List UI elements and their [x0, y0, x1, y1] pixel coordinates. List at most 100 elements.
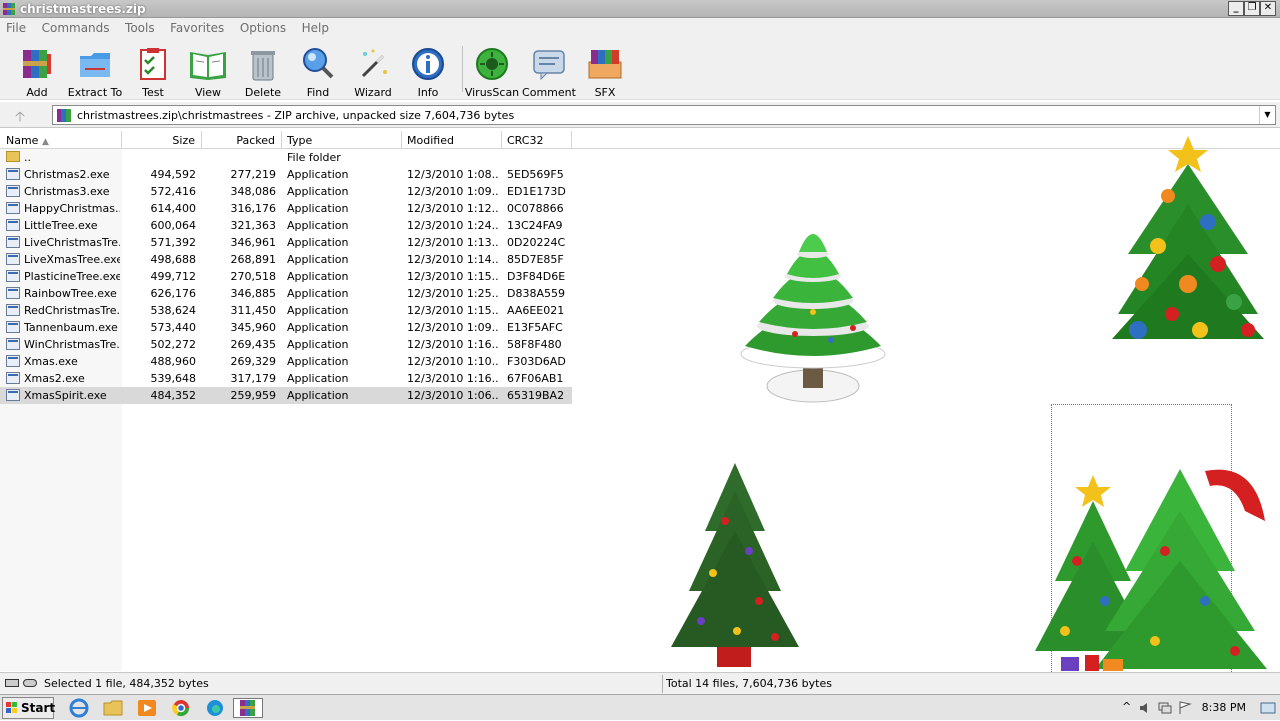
file-row[interactable]: XmasSpirit.exe 484,352 259,959 Application 1…	[0, 387, 572, 404]
path-dropdown-arrow[interactable]: ▼	[1259, 106, 1275, 124]
file-row[interactable]: Xmas2.exe 539,648 317,179 Application 12/3/2…	[0, 370, 572, 387]
wizard-button[interactable]: Wizard	[345, 42, 401, 99]
file-name: RainbowTree.exe	[24, 287, 117, 300]
file-row[interactable]: LiveXmasTree.exe 498,688 268,891 Applicatio…	[0, 251, 572, 268]
key-icon	[23, 679, 37, 687]
file-row[interactable]: HappyChristmas.... 614,400 316,176 Applicat…	[0, 200, 572, 217]
add-archive-icon	[23, 50, 51, 78]
file-crc: 58F8F480	[507, 338, 562, 351]
extract-to-button[interactable]: Extract To	[67, 42, 123, 99]
menu-tools[interactable]: Tools	[119, 18, 161, 35]
info-button[interactable]: Info	[400, 42, 456, 99]
zip-archive-icon	[57, 109, 71, 122]
comment-label: Comment	[522, 86, 576, 99]
menu-file[interactable]: File	[0, 18, 32, 35]
application-file-icon	[6, 287, 20, 299]
file-size: 499,712	[150, 270, 197, 283]
file-row[interactable]: PlasticineTree.exe 499,712 270,518 Applicat…	[0, 268, 572, 285]
maximize-button[interactable]: ❐	[1244, 1, 1260, 16]
virusscan-button[interactable]: VirusScan	[464, 42, 520, 99]
close-button[interactable]: ✕	[1260, 1, 1276, 16]
winrar-taskbar-button[interactable]	[233, 698, 263, 718]
file-packed: 316,176	[230, 202, 277, 215]
file-row[interactable]: Christmas3.exe 572,416 348,086 Application 1…	[0, 183, 572, 200]
menu-bar: File Commands Tools Favorites Options He…	[0, 18, 1280, 38]
file-row[interactable]: WinChristmasTre... 502,272 269,435 Applicat…	[0, 336, 572, 353]
chrome-icon[interactable]	[170, 698, 192, 718]
file-modified: 12/3/2010 1:15...	[407, 304, 499, 317]
test-checklist-icon	[140, 48, 166, 80]
file-name: WinChristmasTre...	[24, 338, 120, 351]
comment-button[interactable]: Comment	[521, 42, 577, 99]
file-row[interactable]: RainbowTree.exe 626,176 346,885 Application…	[0, 285, 572, 302]
virusscan-label: VirusScan	[464, 86, 520, 99]
winrar-app-icon	[3, 3, 15, 15]
network-icon[interactable]	[1158, 701, 1172, 715]
trash-can-icon	[251, 51, 275, 81]
view-button[interactable]: View	[180, 42, 236, 99]
file-row[interactable]: RedChristmasTre... 538,624 311,450 Applicat…	[0, 302, 572, 319]
application-file-icon	[6, 236, 20, 248]
clock[interactable]: 8:38 PM	[1202, 701, 1246, 714]
column-crc32[interactable]: CRC32	[502, 131, 572, 149]
file-row[interactable]: LittleTree.exe 600,064 321,363 Application 1…	[0, 217, 572, 234]
media-player-icon[interactable]	[136, 698, 158, 718]
file-packed: 346,961	[230, 236, 277, 249]
file-size: 502,272	[150, 338, 197, 351]
file-size: 626,176	[150, 287, 197, 300]
menu-favorites[interactable]: Favorites	[164, 18, 230, 35]
minimize-button[interactable]: _	[1228, 1, 1244, 16]
volume-icon[interactable]	[1138, 701, 1152, 715]
column-modified[interactable]: Modified	[402, 131, 502, 149]
file-size: 600,064	[150, 219, 197, 232]
test-button[interactable]: Test	[125, 42, 181, 99]
file-row[interactable]: Xmas.exe 488,960 269,329 Application 12/3/20…	[0, 353, 572, 370]
status-divider	[662, 675, 663, 693]
view-book-icon	[190, 52, 226, 80]
application-file-icon	[6, 185, 20, 197]
file-packed: 317,179	[230, 372, 277, 385]
view-label: View	[194, 86, 222, 99]
file-row[interactable]: Tannenbaum.exe 573,440 345,960 Application 1…	[0, 319, 572, 336]
file-name: Xmas.exe	[24, 355, 78, 368]
menu-options[interactable]: Options	[234, 18, 292, 35]
add-button[interactable]: Add	[9, 42, 65, 99]
ornament-tree-image	[1112, 136, 1264, 339]
menu-help[interactable]: Help	[296, 18, 335, 35]
up-one-level-button[interactable]: 🡡	[8, 106, 32, 125]
file-modified: 12/3/2010 1:12...	[407, 202, 499, 215]
file-row[interactable]: .. File folder	[0, 149, 572, 166]
column-type[interactable]: Type	[282, 131, 402, 149]
start-button[interactable]: Start	[2, 697, 55, 719]
show-desktop-icon[interactable]	[1260, 701, 1276, 715]
edge-icon[interactable]	[204, 698, 226, 718]
action-center-flag-icon[interactable]	[1178, 701, 1192, 715]
file-name: Christmas3.exe	[24, 185, 110, 198]
file-row[interactable]: Christmas2.exe 494,592 277,219 Application 1…	[0, 166, 572, 183]
menu-commands[interactable]: Commands	[36, 18, 116, 35]
delete-button[interactable]: Delete	[235, 42, 291, 99]
sfx-label: SFX	[594, 86, 616, 99]
little-tree-image	[671, 463, 799, 667]
file-modified: 12/3/2010 1:09...	[407, 185, 499, 198]
file-explorer-icon[interactable]	[102, 698, 124, 718]
file-packed: 321,363	[230, 219, 277, 232]
info-label: Info	[417, 86, 439, 99]
internet-explorer-icon[interactable]	[68, 698, 90, 718]
info-icon	[412, 48, 444, 80]
file-type: Application	[287, 270, 349, 283]
column-packed[interactable]: Packed	[202, 131, 282, 149]
column-size[interactable]: Size	[122, 131, 202, 149]
show-hidden-icons-icon[interactable]: ^	[1122, 700, 1131, 713]
file-type: Application	[287, 253, 349, 266]
file-list: .. File folder Christmas2.exe 494,592 277,21…	[0, 136, 1280, 684]
column-name[interactable]: Name ▲	[0, 131, 122, 149]
file-crc: D838A559	[507, 287, 565, 300]
file-name: PlasticineTree.exe	[24, 270, 120, 283]
find-button[interactable]: Find	[290, 42, 346, 99]
path-combobox[interactable]: christmastrees.zip\christmastrees - ZIP …	[52, 105, 1276, 125]
file-crc: 5ED569F5	[507, 168, 564, 181]
file-modified: 12/3/2010 1:09...	[407, 321, 499, 334]
sfx-button[interactable]: SFX	[577, 42, 633, 99]
file-row[interactable]: LiveChristmasTre... 571,392 346,961 Applica…	[0, 234, 572, 251]
